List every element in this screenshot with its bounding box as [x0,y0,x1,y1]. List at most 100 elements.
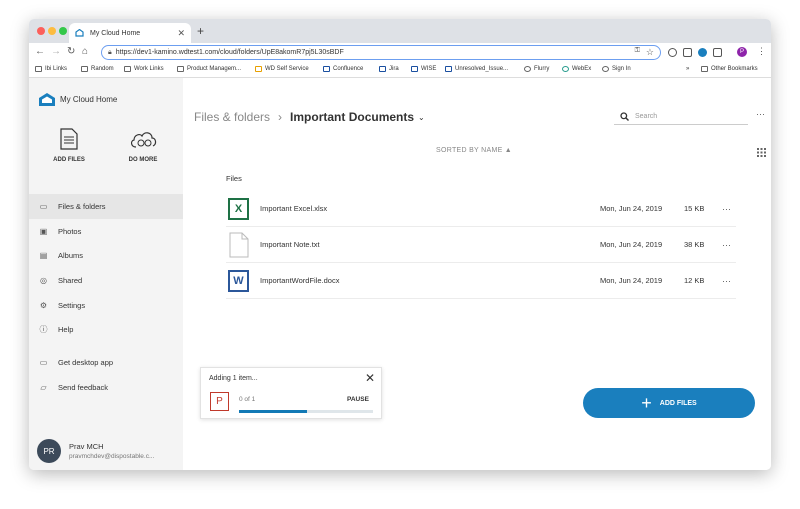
close-icon[interactable]: ✕ [365,371,375,385]
sidebar-item-label: Shared [58,275,83,285]
breadcrumb-root-link[interactable]: Files & folders [194,110,270,124]
album-icon: ▤ [39,251,48,261]
file-size: 15 KB [684,204,705,213]
upload-progress-fill [239,410,308,413]
bookmark-star-icon[interactable]: ☆ [646,47,654,58]
key-icon[interactable]: ⚿ [635,47,640,55]
avatar: PR [37,439,61,463]
file-size: 12 KB [684,276,705,285]
upload-progress-track [239,410,373,413]
plus-icon: + [641,393,652,413]
folder-icon [701,66,708,72]
app-logo[interactable]: My Cloud Home [38,92,117,107]
sidebar-item-get-desktop-app[interactable]: ▭ Get desktop app [29,350,183,375]
document-icon [60,128,78,150]
bookmark-item[interactable]: Product Managem... [177,66,241,72]
file-date: Mon, Jun 24, 2019 [600,276,663,285]
new-tab-button[interactable]: + [197,24,204,38]
minimize-window-button[interactable] [48,27,56,35]
add-files-button-label: ADD FILES [659,399,697,407]
file-more-icon[interactable]: ··· [722,204,731,214]
user-name: Prav MCH [69,442,104,451]
add-files-quick-button[interactable]: ADD FILES [39,128,99,163]
close-window-button[interactable] [37,27,45,35]
extension-icon[interactable] [683,48,692,57]
file-row[interactable]: W ImportantWordFile.docx Mon, Jun 24, 20… [226,263,736,299]
browser-toolbar: ← → ↻ ⌂ 🔒︎ https://dev1-kamino.wdtest1.c… [29,43,771,63]
file-more-icon[interactable]: ··· [722,240,731,250]
do-more-quick-button[interactable]: DO MORE [113,128,173,163]
bookmark-item[interactable]: WebEx [562,66,591,72]
wd-icon [255,66,262,72]
bookmark-item[interactable]: Confluence [323,66,363,72]
upload-count: 0 of 1 [239,396,256,403]
file-row[interactable]: X Important Excel.xlsx Mon, Jun 24, 2019… [226,191,736,227]
excel-file-icon: X [228,197,249,220]
bookmark-item[interactable]: Ibi Links [35,66,67,72]
url-text: https://dev1-kamino.wdtest1.com/cloud/fo… [115,49,344,56]
bookmark-item[interactable]: Unresolved_Issue... [445,66,508,72]
upload-progress-panel: Adding 1 item... ✕ P 0 of 1 PAUSE [200,367,382,419]
reload-icon[interactable]: ↻ [67,46,75,57]
bookmarks-overflow-icon[interactable]: » [686,66,689,72]
more-options-icon[interactable]: ··· [756,109,765,119]
extension-icon[interactable] [698,48,707,57]
file-row[interactable]: Important Note.txt Mon, Jun 24, 2019 38 … [226,227,736,263]
home-icon[interactable]: ⌂ [82,46,88,57]
search-placeholder: Search [635,112,658,120]
upload-title: Adding 1 item... [209,375,258,382]
file-more-icon[interactable]: ··· [722,276,731,286]
back-icon[interactable]: ← [35,46,45,57]
search-input[interactable]: Search [614,108,748,125]
bookmark-item[interactable]: Work Links [124,66,164,72]
sidebar-item-label: Albums [58,251,84,261]
address-bar[interactable]: 🔒︎ https://dev1-kamino.wdtest1.com/cloud… [101,45,661,60]
sort-control[interactable]: SORTED BY NAME ▲ [436,147,512,154]
extension-icon[interactable] [668,48,677,57]
extension-icon[interactable] [713,48,722,57]
grid-view-icon[interactable] [757,148,766,157]
file-name: Important Excel.xlsx [260,204,328,213]
lock-icon: 🔒︎ [108,48,112,56]
user-email: pravmchdev@dispostable.c... [69,453,155,460]
sidebar-item-settings[interactable]: ⚙ Settings [29,293,183,318]
sidebar-item-label: Send feedback [58,382,109,392]
bookmark-item[interactable]: Other Bookmarks [701,66,758,72]
text-file-icon [228,232,249,257]
sidebar-item-send-feedback[interactable]: ▱ Send feedback [29,375,183,400]
sidebar-item-files-folders[interactable]: ▭ Files & folders [29,194,183,219]
sidebar-item-help[interactable]: ⓘ Help [29,317,183,342]
sidebar-item-shared[interactable]: ◎ Shared [29,268,183,293]
folder-icon [81,66,88,72]
bookmark-item[interactable]: WD Self Service [255,66,309,72]
maximize-window-button[interactable] [59,27,67,35]
tab-close-icon[interactable]: ✕ [177,28,185,39]
desktop-icon: ▭ [39,357,48,367]
bookmark-item[interactable]: Flurry [524,66,549,72]
sidebar: My Cloud Home ADD FILES DO MORE ▭ Files … [29,78,183,470]
chevron-down-icon[interactable]: ⌄ [418,113,425,122]
file-date: Mon, Jun 24, 2019 [600,240,663,249]
sidebar-item-label: Photos [58,226,82,236]
bookmark-item[interactable]: Sign In [602,66,631,72]
sidebar-item-photos[interactable]: ▣ Photos [29,219,183,244]
current-folder-title[interactable]: Important Documents [290,110,414,124]
tab-title: My Cloud Home [90,29,141,37]
browser-tab[interactable]: My Cloud Home ✕ [69,23,191,43]
sidebar-item-albums[interactable]: ▤ Albums [29,243,183,268]
feedback-icon: ▱ [40,382,47,392]
bookmark-item[interactable]: Random [81,66,114,72]
bookmark-item[interactable]: Jira [379,66,399,72]
user-profile[interactable]: PR Prav MCH pravmchdev@dispostable.c... [37,439,154,463]
breadcrumb-separator: › [278,110,283,124]
help-icon: ⓘ [39,325,48,335]
bookmark-item[interactable]: WISE [411,66,436,72]
sidebar-item-label: Get desktop app [58,357,114,367]
pause-button[interactable]: PAUSE [347,396,369,403]
add-files-button[interactable]: + ADD FILES [583,388,755,418]
browser-menu-icon[interactable]: ⋮ [757,46,766,57]
profile-avatar[interactable]: P [737,47,747,57]
bookmarks-bar: Ibi Links Random Work Links Product Mana… [29,63,771,78]
shared-icon: ◎ [40,275,47,285]
forward-icon[interactable]: → [51,46,61,57]
